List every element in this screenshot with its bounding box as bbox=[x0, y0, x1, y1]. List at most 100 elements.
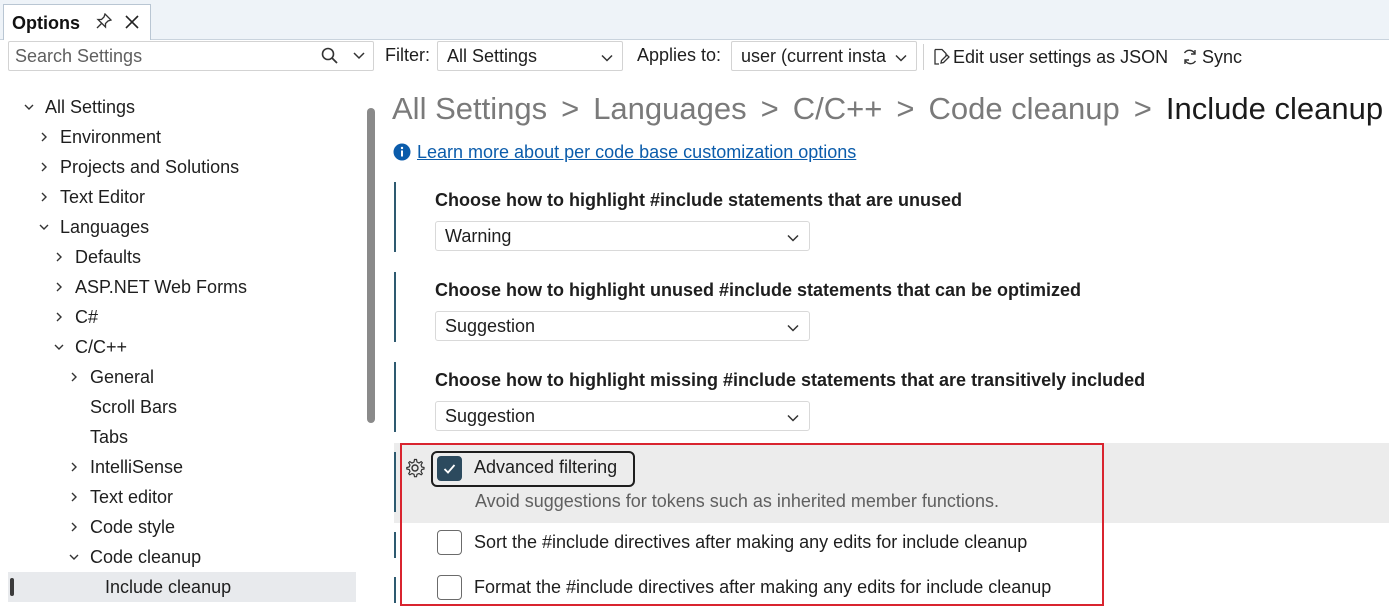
info-row: Learn more about per code base customiza… bbox=[393, 141, 856, 163]
breadcrumb-separator: > bbox=[1133, 91, 1152, 126]
chevron-down-icon[interactable] bbox=[37, 220, 51, 234]
breadcrumb-item[interactable]: All Settings bbox=[392, 91, 547, 127]
search-options-chevron-down-icon[interactable] bbox=[352, 49, 366, 63]
setting-group-bar bbox=[394, 272, 396, 342]
setting-group-bar bbox=[394, 577, 396, 603]
chevron-right-icon[interactable] bbox=[37, 160, 51, 174]
edit-json-icon bbox=[934, 48, 950, 65]
setting-missing-includes-dropdown[interactable]: Suggestion bbox=[435, 401, 810, 431]
chevron-right-icon[interactable] bbox=[37, 190, 51, 204]
tree-item-label: Tabs bbox=[90, 426, 129, 447]
tree-item[interactable]: C/C++ bbox=[52, 333, 127, 361]
chevron-right-icon[interactable] bbox=[67, 460, 81, 474]
tree-item-label: Code cleanup bbox=[90, 546, 202, 567]
chevron-right-icon[interactable] bbox=[52, 310, 66, 324]
breadcrumb-item[interactable]: Languages bbox=[593, 91, 746, 127]
chevron-right-icon[interactable] bbox=[52, 250, 66, 264]
edit-json-label: Edit user settings as JSON bbox=[953, 46, 1169, 67]
chevron-right-icon[interactable] bbox=[37, 130, 51, 144]
breadcrumb: All Settings > Languages > C/C++ > Code … bbox=[392, 88, 1383, 130]
sync-label: Sync bbox=[1202, 46, 1243, 67]
tree-item[interactable]: Scroll Bars bbox=[67, 393, 177, 421]
highlight-frame bbox=[400, 443, 1104, 606]
chevron-right-icon[interactable] bbox=[52, 280, 66, 294]
tree-item-label: Projects and Solutions bbox=[60, 156, 240, 177]
filter-dropdown[interactable]: All Settings bbox=[437, 41, 623, 71]
chevron-down-icon[interactable] bbox=[52, 340, 66, 354]
setting-missing-includes-title: Choose how to highlight missing #include… bbox=[435, 370, 1146, 390]
applies-to-dropdown[interactable]: user (current insta bbox=[731, 41, 917, 71]
tree-item[interactable]: Code cleanup bbox=[67, 543, 201, 571]
tree-item[interactable]: Environment bbox=[37, 123, 161, 151]
chevron-right-icon[interactable] bbox=[67, 490, 81, 504]
tree-item-label: Environment bbox=[60, 126, 162, 147]
dropdown-value: Suggestion bbox=[445, 406, 536, 426]
setting-group-bar bbox=[394, 362, 396, 432]
sync-icon bbox=[1183, 49, 1197, 65]
sync-button[interactable]: Sync bbox=[1181, 43, 1242, 71]
tree-item-label: Text Editor bbox=[60, 186, 146, 207]
dropdown-value: Warning bbox=[445, 226, 512, 246]
chevron-down-icon bbox=[895, 51, 907, 63]
tree-item[interactable]: Projects and Solutions bbox=[37, 153, 239, 181]
page-title: Include cleanup bbox=[1165, 91, 1384, 126]
tree-item[interactable]: Defaults bbox=[52, 243, 141, 271]
tree-item-label: Defaults bbox=[75, 246, 142, 267]
setting-optimizable-includes-dropdown[interactable]: Suggestion bbox=[435, 311, 810, 341]
chevron-right-icon[interactable] bbox=[67, 520, 81, 534]
selection-accent-bar bbox=[10, 578, 14, 596]
setting-unused-includes-dropdown[interactable]: Warning bbox=[435, 221, 810, 251]
tree-item[interactable]: Include cleanup bbox=[82, 573, 231, 601]
options-toolbar: Filter: All Settings Applies to: user (c… bbox=[0, 40, 1389, 74]
tab-title: Options bbox=[12, 12, 80, 33]
tree-item[interactable]: ASP.NET Web Forms bbox=[52, 273, 247, 301]
tree-item[interactable]: Code style bbox=[67, 513, 175, 541]
breadcrumb-separator: > bbox=[760, 91, 779, 126]
applies-to-label: Applies to: bbox=[637, 45, 722, 65]
tree-item[interactable]: Tabs bbox=[67, 423, 128, 451]
chevron-down-icon bbox=[601, 51, 613, 63]
chevron-right-icon[interactable] bbox=[67, 370, 81, 384]
chevron-down-icon[interactable] bbox=[67, 550, 81, 564]
tree-item-label: Scroll Bars bbox=[90, 396, 178, 417]
document-tab-strip: Options bbox=[0, 0, 1389, 41]
tree-item[interactable]: General bbox=[67, 363, 154, 391]
setting-group-bar bbox=[394, 532, 396, 558]
tree-item-label: ASP.NET Web Forms bbox=[75, 276, 248, 297]
tree-item-label: C# bbox=[75, 306, 99, 327]
tree-item[interactable]: Text editor bbox=[67, 483, 173, 511]
breadcrumb-separator: > bbox=[896, 91, 915, 126]
setting-unused-includes-title: Choose how to highlight #include stateme… bbox=[435, 190, 963, 210]
close-icon[interactable] bbox=[124, 10, 140, 36]
search-input[interactable] bbox=[15, 45, 305, 67]
toolbar-divider bbox=[923, 44, 924, 70]
tab-options[interactable]: Options bbox=[3, 4, 151, 41]
pin-icon[interactable] bbox=[96, 12, 113, 33]
tree-item[interactable]: All Settings bbox=[22, 93, 135, 121]
info-icon bbox=[393, 143, 411, 161]
tree-item-label: Include cleanup bbox=[105, 576, 232, 597]
tree-item[interactable]: IntelliSense bbox=[67, 453, 183, 481]
dropdown-value: Suggestion bbox=[445, 316, 536, 336]
chevron-down-icon bbox=[787, 321, 799, 333]
tree-item[interactable]: C# bbox=[52, 303, 98, 331]
tree-item[interactable]: Languages bbox=[37, 213, 149, 241]
search-icon[interactable] bbox=[320, 46, 340, 66]
tree-item[interactable]: Text Editor bbox=[37, 183, 145, 211]
setting-group-bar bbox=[394, 452, 396, 512]
breadcrumb-item[interactable]: C/C++ bbox=[793, 91, 883, 127]
tree-item-label: Text editor bbox=[90, 486, 174, 507]
search-box bbox=[8, 41, 374, 71]
tree-item-label: General bbox=[90, 366, 155, 387]
tree-scrollbar-thumb[interactable] bbox=[367, 108, 375, 423]
tree-item-label: Code style bbox=[90, 516, 176, 537]
tree-item-label: All Settings bbox=[45, 96, 136, 117]
tree-item-label: C/C++ bbox=[75, 336, 128, 357]
learn-more-link[interactable]: Learn more about per code base customiza… bbox=[417, 142, 856, 163]
tree-item-label: Languages bbox=[60, 216, 150, 237]
filter-dropdown-value: All Settings bbox=[447, 46, 538, 66]
breadcrumb-item[interactable]: Code cleanup bbox=[928, 91, 1119, 127]
chevron-down-icon bbox=[787, 231, 799, 243]
edit-json-button[interactable]: Edit user settings as JSON bbox=[932, 43, 1168, 71]
chevron-down-icon[interactable] bbox=[22, 100, 36, 114]
